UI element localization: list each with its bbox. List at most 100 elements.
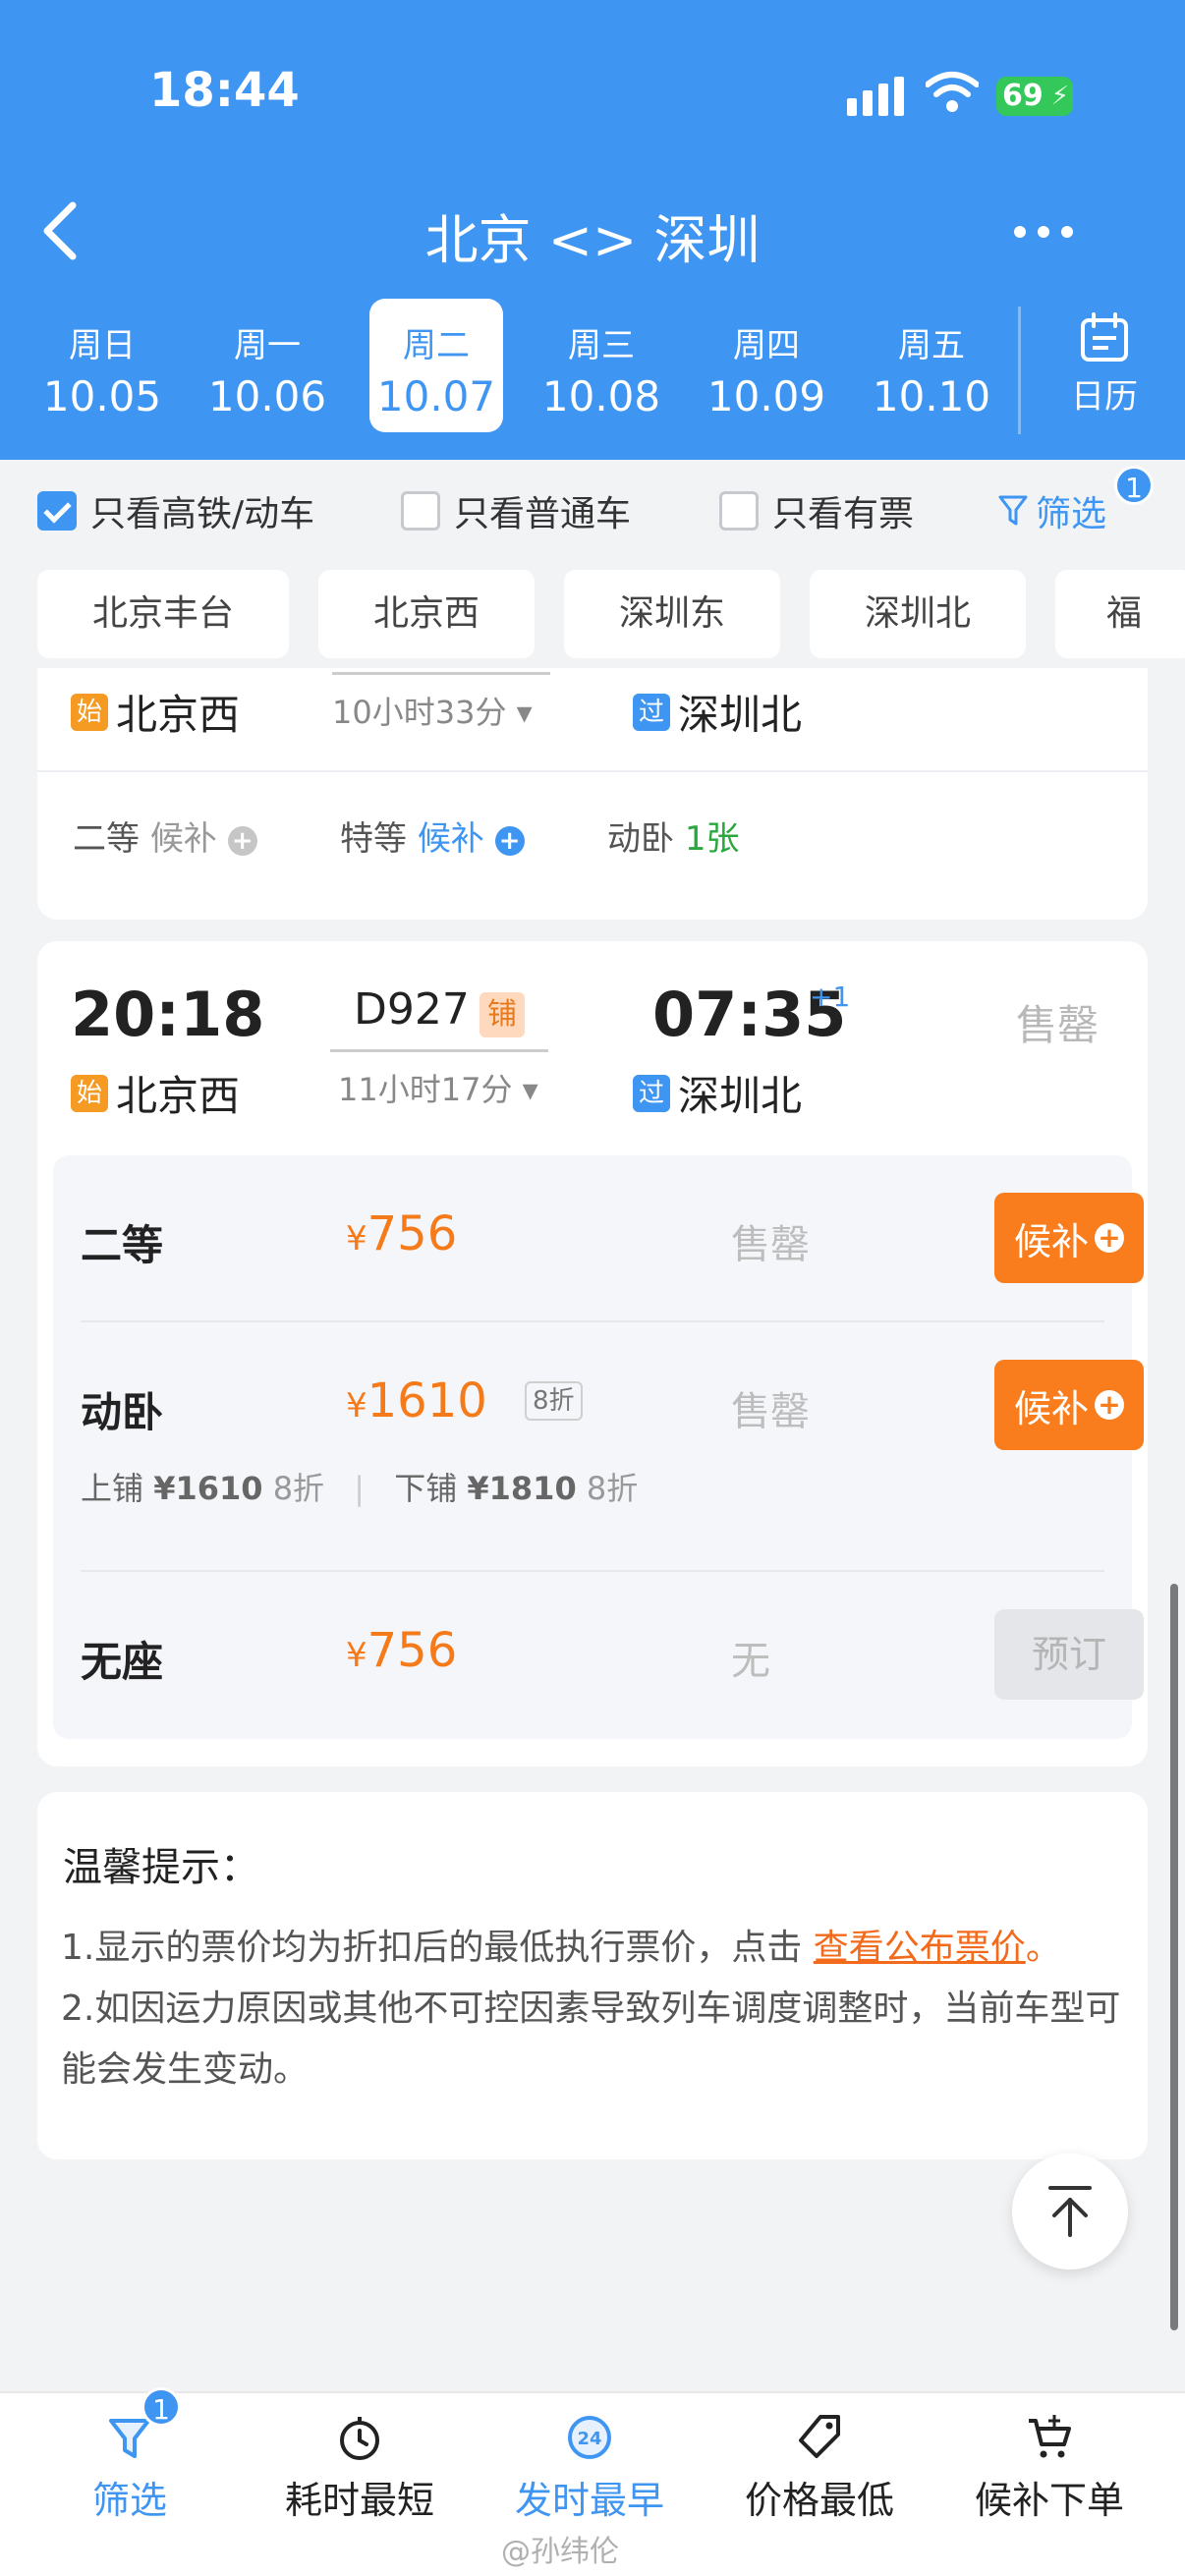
tab-label: 耗时最短	[284, 2479, 434, 2522]
plus-circle-icon: +	[1095, 1390, 1124, 1420]
date-dow: 周一	[234, 326, 301, 365]
date-dow: 周三	[568, 326, 635, 365]
station-chip[interactable]: 深圳东	[564, 570, 780, 658]
date-value: 10.08	[541, 372, 661, 420]
waitlist-button[interactable]: 候补 +	[994, 1193, 1144, 1283]
watermark: @孙纬伦	[501, 2535, 619, 2569]
duration[interactable]: 11小时17分 ▾	[338, 1065, 538, 1110]
plus-circle-icon: +	[1095, 1223, 1124, 1253]
seat-summary-premium: 特等 候补 +	[340, 812, 525, 860]
duration-line	[332, 672, 550, 675]
checkbox-unchecked	[401, 491, 440, 531]
station-name: 深圳北	[678, 691, 803, 739]
checkbox-label: 只看普通车	[454, 494, 632, 534]
tab-filter[interactable]: 筛选	[31, 2413, 228, 2524]
from-station: 始 北京西	[71, 1063, 240, 1123]
page-title: 北京 <> 深圳	[424, 209, 761, 271]
to-station: 过 深圳北	[633, 1063, 802, 1123]
tab-label: 发时最早	[514, 2479, 664, 2522]
tab-waitlist-order[interactable]: 候补下单	[951, 2413, 1148, 2524]
seat-row-standing: 无座 ¥756 无 预订	[53, 1572, 1144, 1739]
date-tab-sun[interactable]: 周日 10.05	[35, 299, 169, 432]
clock-24-icon: 24	[568, 2416, 611, 2459]
seat-status: 无	[731, 1639, 770, 1684]
seat-row-second: 二等 ¥756 售罄 候补 +	[53, 1155, 1144, 1320]
pass-station-mark: 过	[633, 1074, 670, 1112]
date-value: 10.06	[207, 372, 327, 420]
seat-price: ¥756	[346, 1206, 458, 1261]
seat-name: 动卧	[81, 1388, 164, 1436]
battery-level: 69	[1002, 79, 1044, 113]
tab-label: 筛选	[91, 2479, 167, 2522]
station-chip[interactable]: 北京丰台	[37, 570, 289, 658]
station-chip[interactable]: 福	[1055, 570, 1185, 658]
high-speed-only-checkbox[interactable]: 只看高铁/动车	[37, 481, 314, 540]
duration: 10小时33分 ▾	[332, 694, 533, 731]
scroll-to-top-button[interactable]	[1012, 2154, 1128, 2269]
filter-label: 筛选	[1036, 494, 1107, 534]
date-value: 10.07	[376, 372, 496, 420]
date-dow: 周二	[403, 326, 470, 365]
date-value: 10.10	[872, 372, 991, 420]
calendar-icon	[1081, 312, 1128, 362]
seat-summary-second: 二等 候补 +	[73, 812, 257, 860]
normal-train-only-checkbox[interactable]: 只看普通车	[401, 481, 631, 540]
station-chips: 北京丰台 北京西 深圳东 深圳北 福	[0, 562, 1185, 668]
header: 18:44 69 ⚡ 北京 <> 深圳 周日 10.05 周一 10.06 周二…	[0, 0, 1185, 460]
waitlist-button[interactable]: 候补 +	[994, 1360, 1144, 1450]
train-card-previous[interactable]: 10小时33分 ▾ 始 北京西 过 深圳北 二等 候补 + 特等 候补 + 动卧…	[37, 668, 1148, 920]
filter-bar: 只看高铁/动车 只看普通车 只看有票 筛选 1	[0, 460, 1185, 562]
date-value: 10.09	[706, 372, 826, 420]
station-chip[interactable]: 深圳北	[810, 570, 1026, 658]
date-tab-tue[interactable]: 周二 10.07	[369, 299, 503, 432]
divider	[1018, 307, 1021, 434]
checkbox-unchecked	[719, 491, 759, 531]
seat-status: 售罄	[731, 1389, 810, 1434]
tab-lowest-price[interactable]: 价格最低	[721, 2413, 918, 2524]
from-station: 始 北京西	[71, 682, 240, 742]
checkbox-label: 只看有票	[772, 494, 915, 534]
tab-shortest-duration[interactable]: 耗时最短	[261, 2413, 458, 2524]
tab-earliest-departure[interactable]: 24 发时最早	[491, 2413, 688, 2524]
checkbox-checked	[37, 491, 77, 531]
wifi-icon	[926, 72, 979, 112]
filter-icon	[998, 495, 1028, 526]
train-number: D927	[354, 984, 470, 1035]
seat-price: ¥756	[346, 1623, 458, 1678]
divider	[37, 770, 1148, 772]
view-published-fare-link[interactable]: 查看公布票价	[814, 1928, 1026, 1968]
plus-circle-icon: +	[227, 825, 257, 856]
battery-indicator: 69 ⚡	[996, 77, 1073, 116]
station-chip[interactable]: 北京西	[318, 570, 535, 658]
start-station-mark: 始	[71, 1074, 108, 1112]
seat-status: 售罄	[731, 1222, 810, 1267]
seat-name: 二等	[81, 1221, 164, 1269]
date-tab-wed[interactable]: 周三 10.08	[535, 299, 668, 432]
station-name: 深圳北	[678, 1072, 803, 1120]
to-station: 过 深圳北	[633, 682, 802, 742]
train-list: 10小时33分 ▾ 始 北京西 过 深圳北 二等 候补 + 特等 候补 + 动卧…	[0, 668, 1185, 2392]
date-tab-mon[interactable]: 周一 10.06	[200, 299, 334, 432]
filter-button[interactable]: 筛选	[998, 481, 1106, 540]
scrollbar[interactable]	[1170, 1584, 1178, 2330]
charging-bolt-icon: ⚡	[1050, 82, 1069, 111]
cellular-signal-icon	[847, 77, 904, 116]
date-tab-thu[interactable]: 周四 10.09	[700, 299, 833, 432]
date-tab-fri[interactable]: 周五 10.10	[865, 299, 998, 432]
notice-title: 温馨提示：	[63, 1845, 259, 1890]
more-options-icon[interactable]	[1012, 224, 1075, 240]
start-station-mark: 始	[71, 693, 108, 731]
date-value: 10.05	[42, 372, 162, 420]
train-card-d927[interactable]: 20:18 D927 铺 11小时17分 ▾ 07:35 +1 售罄 始 北京西…	[37, 941, 1148, 1766]
sold-out-status: 售罄	[1016, 1001, 1100, 1049]
calendar-button[interactable]: 日历	[1042, 305, 1167, 432]
date-dow: 周四	[733, 326, 800, 365]
duration-line	[330, 1049, 548, 1052]
book-button-disabled[interactable]: 预订	[994, 1609, 1144, 1700]
calendar-label: 日历	[1071, 377, 1138, 417]
sleeper-tag: 铺	[480, 992, 525, 1037]
next-day-marker: +1	[810, 980, 851, 1013]
station-name: 北京西	[116, 1072, 241, 1120]
available-only-checkbox[interactable]: 只看有票	[719, 481, 914, 540]
price-tag-icon	[799, 2415, 840, 2458]
